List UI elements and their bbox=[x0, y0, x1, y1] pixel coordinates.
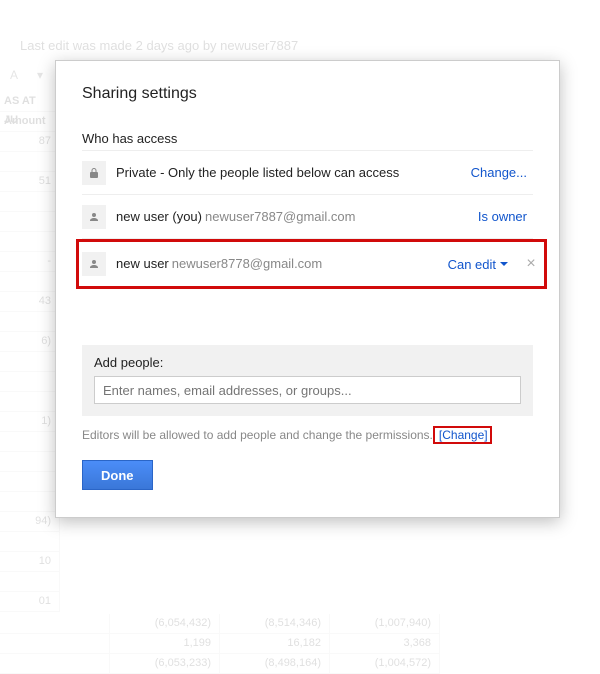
lock-icon bbox=[82, 161, 106, 185]
done-button[interactable]: Done bbox=[82, 460, 153, 490]
tool-fontcolor: A bbox=[4, 65, 24, 85]
remove-user-button[interactable]: × bbox=[524, 255, 544, 273]
access-row-owner: new user (you)newuser7887@gmail.com Is o… bbox=[82, 195, 533, 239]
last-edit-text: Last edit was made 2 days ago by newuser… bbox=[20, 38, 298, 53]
owner-label: new user (you)newuser7887@gmail.com bbox=[116, 208, 468, 226]
add-people-input[interactable] bbox=[94, 376, 521, 404]
access-list: Private - Only the people listed below c… bbox=[82, 150, 533, 289]
change-editor-permissions-link[interactable]: [Change] bbox=[439, 428, 488, 442]
permission-dropdown[interactable]: Can edit bbox=[448, 257, 514, 272]
access-row-shared-user: new usernewuser8778@gmail.com Can edit × bbox=[82, 242, 544, 286]
add-people-label: Add people: bbox=[94, 355, 521, 370]
access-row-private: Private - Only the people listed below c… bbox=[82, 151, 533, 195]
access-private-text: Private - Only the people listed below c… bbox=[116, 164, 461, 182]
tool-dd: ▾ bbox=[30, 65, 50, 85]
add-people-section: Add people: bbox=[82, 345, 533, 416]
editor-permissions-note: Editors will be allowed to add people an… bbox=[82, 426, 533, 444]
owner-role-label: Is owner bbox=[478, 209, 533, 224]
chevron-down-icon bbox=[500, 262, 508, 266]
person-icon bbox=[82, 205, 106, 229]
person-icon bbox=[82, 252, 106, 276]
shared-user-label: new usernewuser8778@gmail.com bbox=[116, 255, 438, 273]
col-header-2: Amount bbox=[0, 112, 60, 132]
dialog-title: Sharing settings bbox=[82, 85, 533, 103]
highlight-box: new usernewuser8778@gmail.com Can edit × bbox=[76, 239, 547, 289]
who-has-access-label: Who has access bbox=[82, 131, 533, 146]
sharing-settings-dialog: Sharing settings Who has access Private … bbox=[55, 60, 560, 518]
change-visibility-link[interactable]: Change... bbox=[471, 165, 533, 180]
highlight-box-2: [Change] bbox=[433, 426, 492, 444]
col-header-1: AS AT JU bbox=[0, 92, 60, 112]
